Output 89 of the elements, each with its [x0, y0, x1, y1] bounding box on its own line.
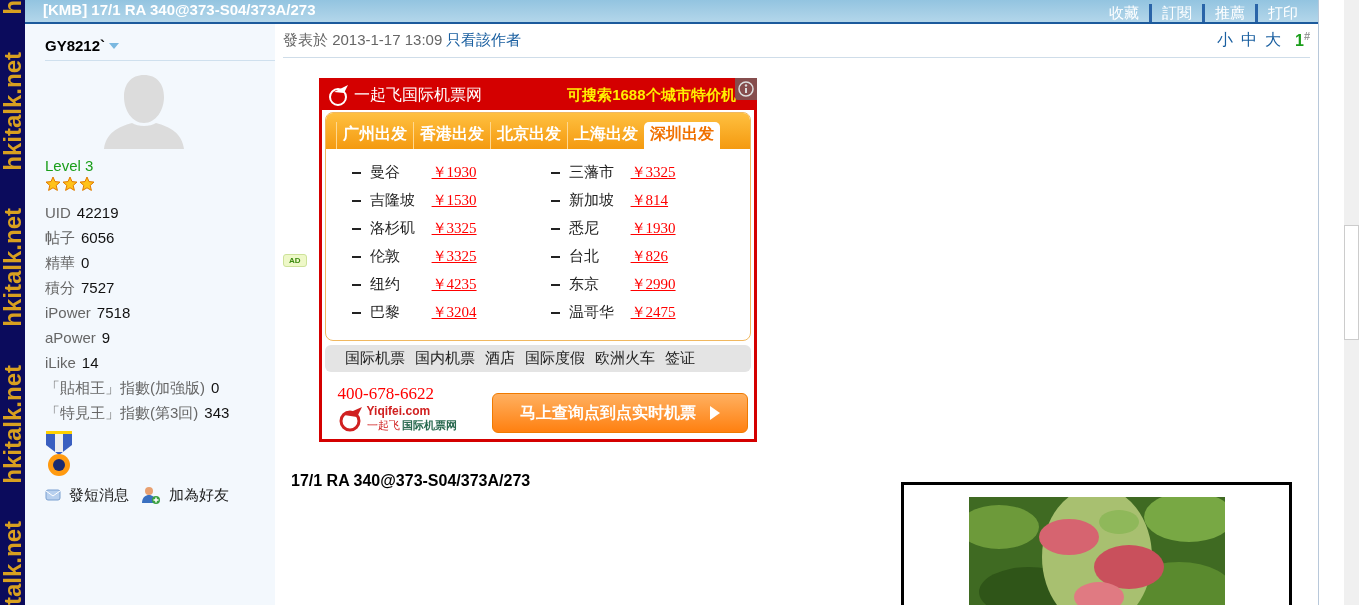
fare-price-link[interactable]: ￥2990 [630, 275, 676, 294]
font-size-link[interactable]: 小 [1216, 30, 1233, 51]
fare-price-link[interactable]: ￥3325 [431, 247, 477, 266]
ad-nav-link[interactable]: 欧洲火车 [594, 349, 655, 368]
fare-city: 洛杉矶 [369, 219, 416, 238]
list-dash [550, 227, 560, 230]
ad-nav-link[interactable]: 国内机票 [414, 349, 475, 368]
fare-city: 曼谷 [369, 163, 401, 182]
ad-slogan: 可搜索1688个城市特价机 [567, 85, 736, 105]
banner-text: hkitalk.net [0, 364, 25, 484]
fare-city: 巴黎 [369, 303, 401, 322]
banner-text: h [0, 0, 25, 15]
logo-subtitle: 国际机票网 [401, 418, 457, 433]
author-name[interactable]: GY8212` [45, 37, 106, 54]
list-dash [351, 227, 361, 230]
fare-city: 三藩市 [568, 163, 615, 182]
user-stat: 精華 0 [45, 253, 91, 273]
banner-text: hkitalk.net [0, 52, 25, 171]
fare-city: 台北 [568, 247, 600, 266]
city-tab[interactable]: 深圳出发 [643, 122, 720, 149]
fare-price-link[interactable]: ￥1930 [630, 219, 676, 238]
list-dash [550, 171, 560, 174]
plane-logo-icon [337, 405, 364, 432]
fare-price-link[interactable]: ￥4235 [431, 275, 477, 294]
list-dash [351, 171, 361, 174]
fare-price-link[interactable]: ￥3325 [431, 219, 477, 238]
ad-tag: AD [283, 253, 307, 267]
fare-city: 伦敦 [369, 247, 401, 266]
caret-icon[interactable] [109, 42, 120, 49]
post-title: 17/1 RA 340@373-S04/373A/273 [291, 472, 532, 490]
fare-price-link[interactable]: ￥1530 [431, 191, 477, 210]
logo-site: Yiqifei.com [366, 404, 432, 418]
add-user-icon [141, 485, 161, 505]
banner-text: talk.net [0, 520, 25, 605]
thread-title: [KMB] 17/1 RA 340@373-S04/373A/273 [43, 0, 316, 18]
arrow-icon [709, 406, 720, 420]
medal-icon [45, 431, 73, 477]
list-dash [351, 255, 361, 258]
user-stat: UID 42219 [45, 203, 120, 223]
fare-price-link[interactable]: ￥3204 [431, 303, 477, 322]
font-size-link[interactable]: 中 [1240, 30, 1257, 51]
user-stat: aPower 9 [45, 328, 112, 348]
list-dash [550, 283, 560, 286]
fare-city: 纽约 [369, 275, 401, 294]
plane-logo-icon [327, 84, 350, 106]
author-only-link[interactable]: 只看該作者 [446, 31, 522, 48]
hotline-number: 400-678-6622 [337, 384, 435, 404]
ad-nav-link[interactable]: 国际度假 [524, 349, 585, 368]
list-dash [351, 283, 361, 286]
fare-city: 吉隆坡 [369, 191, 416, 210]
user-stat: 積分 7527 [45, 278, 116, 298]
fare-price-link[interactable]: ￥3325 [630, 163, 676, 182]
user-stat: iLike 14 [45, 353, 100, 373]
fare-city: 新加坡 [568, 191, 615, 210]
fare-city: 悉尼 [568, 219, 600, 238]
ad-nav-link[interactable]: 国际机票 [344, 349, 405, 368]
list-dash [351, 199, 361, 202]
author-action-link[interactable]: 加為好友 [169, 485, 229, 505]
font-size-link[interactable]: 大 [1264, 30, 1281, 51]
floor-number: 1$^{#}$ [1294, 30, 1310, 51]
star-icon [45, 176, 61, 192]
fare-price-link[interactable]: ￥826 [630, 247, 669, 266]
envelope-icon [45, 488, 61, 502]
list-dash [550, 199, 560, 202]
author-action-link[interactable]: 發短消息 [69, 485, 129, 505]
fare-price-link[interactable]: ￥1930 [431, 163, 477, 182]
fare-price-link[interactable]: ￥2475 [630, 303, 676, 322]
banner-text: hkitalk.net [0, 208, 25, 328]
ad-nav-link[interactable]: 签证 [664, 349, 695, 368]
list-dash [351, 311, 361, 314]
info-icon[interactable] [734, 78, 757, 100]
search-tickets-button[interactable]: 马上查询点到点实时机票 [491, 393, 748, 433]
star-icon [62, 176, 78, 192]
user-stat: 「特見王」指數(第3回) 343 [45, 403, 231, 423]
fare-city: 温哥华 [568, 303, 615, 322]
logo-name: 一起飞 [366, 418, 400, 433]
user-level: Level 3 [45, 157, 95, 174]
scrollbar-thumb[interactable] [1344, 225, 1359, 340]
list-dash [550, 255, 560, 258]
post-date: 發表於 2013-1-17 13:09 [283, 31, 443, 48]
user-stat: 「貼相王」指數(加強版) 0 [45, 378, 221, 398]
user-stat: iPower 7518 [45, 303, 132, 323]
star-icon [79, 176, 95, 192]
fare-city: 东京 [568, 275, 600, 294]
list-dash [550, 311, 560, 314]
user-stat: 帖子 6056 [45, 228, 116, 248]
ad-brand: 一起飞国际机票网 [353, 84, 482, 105]
ad-nav-link[interactable]: 酒店 [484, 349, 515, 368]
fare-price-link[interactable]: ￥814 [630, 191, 669, 210]
